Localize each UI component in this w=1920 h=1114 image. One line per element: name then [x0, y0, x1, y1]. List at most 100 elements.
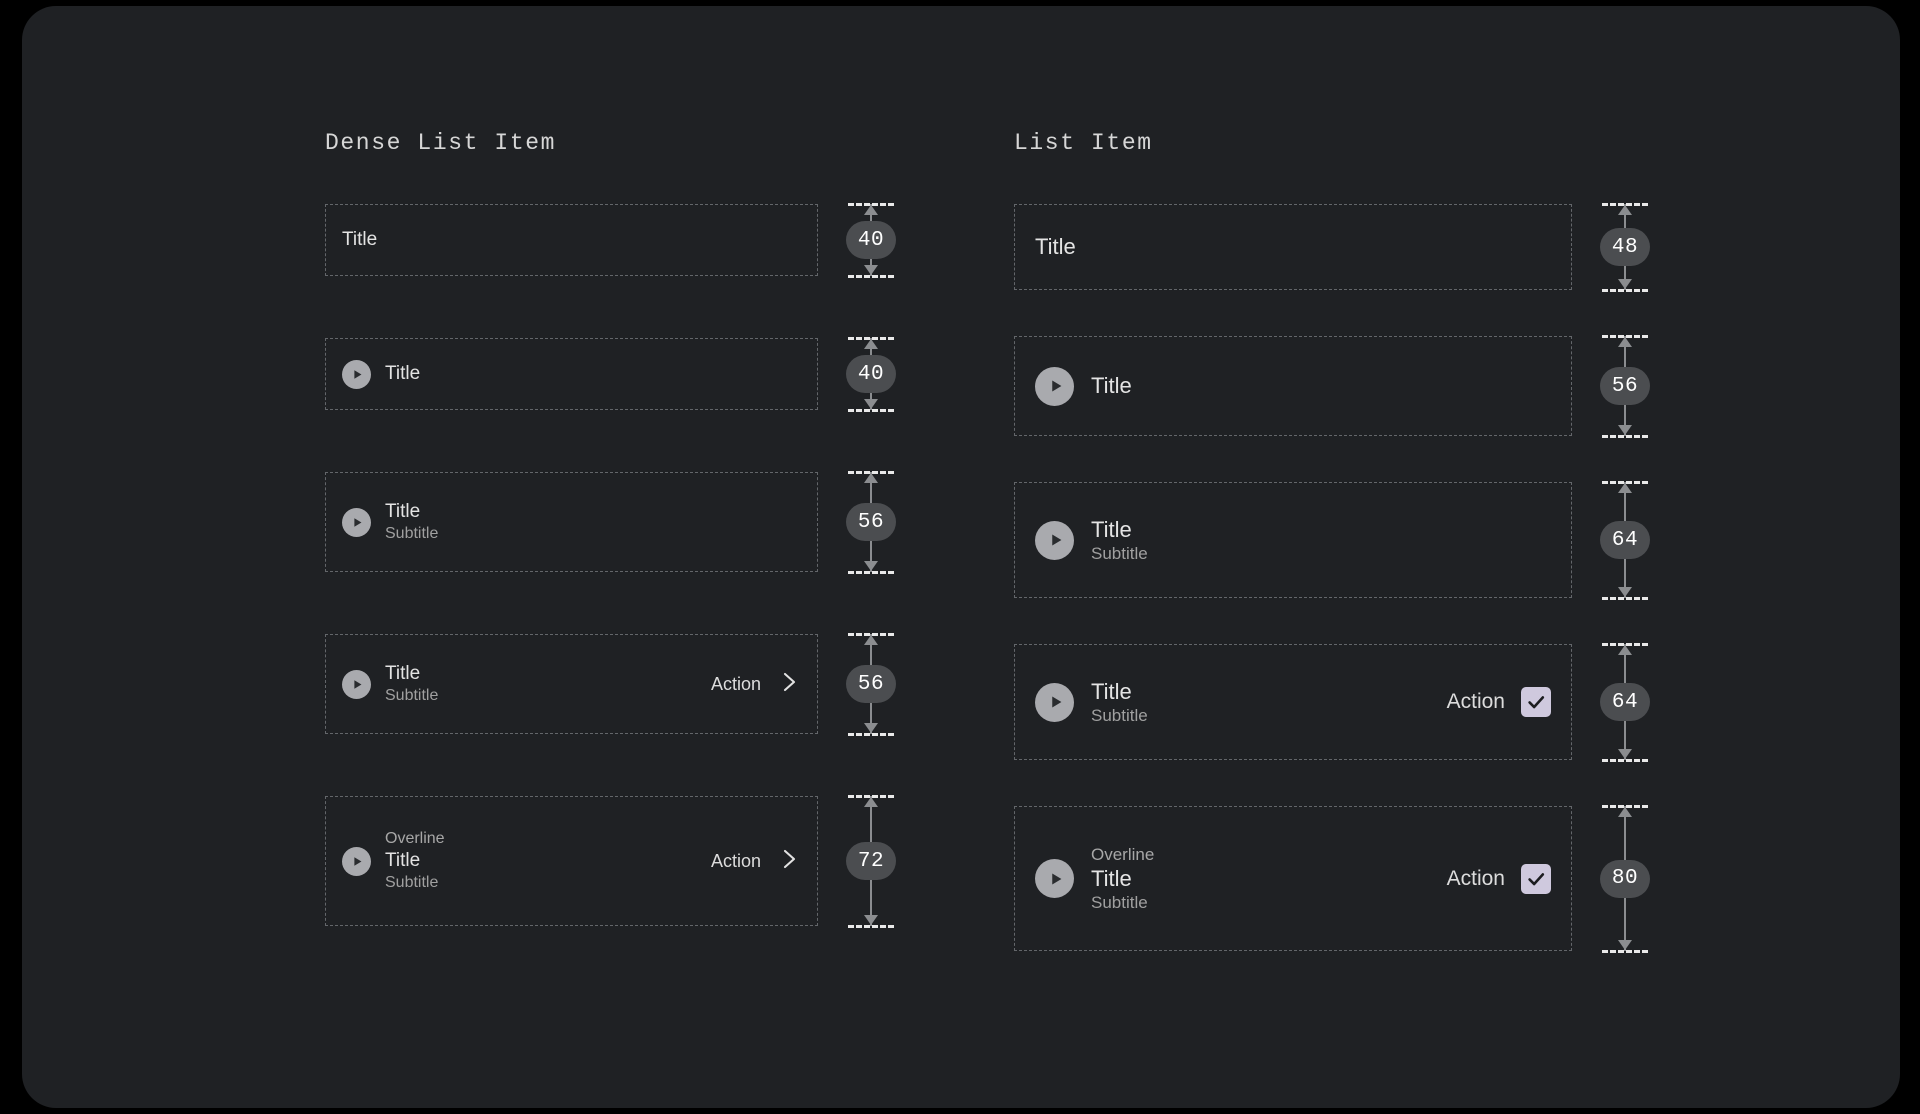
list-item-content: Overline Title Subtitle Action [326, 829, 817, 893]
list-item-text-block: Title Subtitle [385, 500, 801, 544]
height-badge: 64 [1600, 521, 1650, 559]
list-item-text-block: Overline Title Subtitle [385, 829, 699, 893]
list-item-content: Title Subtitle Action [326, 662, 817, 706]
action-button[interactable]: Action [1447, 690, 1505, 714]
row-spacer [1014, 760, 1664, 806]
chevron-right-icon[interactable] [777, 845, 801, 878]
play-circle-icon[interactable] [342, 507, 371, 537]
list-item-content: Title [326, 359, 817, 389]
list-item-content: Title [1015, 233, 1571, 261]
play-circle-icon[interactable] [1035, 859, 1074, 898]
action-button[interactable]: Action [711, 851, 761, 872]
row-avatar-title-subtitle: Title Subtitle 64 [1014, 481, 1664, 600]
list-item-subtitle: Subtitle [1091, 893, 1148, 913]
dense-row-overline-action-chevron: Overline Title Subtitle Action 72 [325, 795, 915, 928]
height-measurement: 64 [1594, 481, 1656, 600]
play-circle-icon[interactable] [342, 669, 371, 699]
list-item[interactable]: Title Subtitle Action [325, 634, 818, 734]
height-measurement: 48 [1594, 203, 1656, 292]
checkbox-checked-icon[interactable] [1521, 863, 1551, 894]
arrow-up-icon [1618, 645, 1632, 655]
list-item-overline: Overline [385, 830, 445, 848]
list-item[interactable]: Title [1014, 336, 1572, 436]
list-item-content: Title [1015, 366, 1571, 406]
chevron-right-icon[interactable] [777, 668, 801, 701]
arrow-down-icon [1618, 279, 1632, 289]
list-item[interactable]: Title [325, 204, 818, 276]
list-item[interactable]: Title [1014, 204, 1572, 290]
list-item-title: Title [1091, 678, 1132, 704]
list-item-subtitle: Subtitle [385, 686, 439, 704]
list-item-text-block: Title Subtitle [1091, 516, 1551, 565]
list-item-subtitle: Subtitle [385, 873, 439, 891]
row-overline-action-checkbox: Overline Title Subtitle Action 80 [1014, 805, 1664, 953]
arrow-down-icon [1618, 749, 1632, 759]
arrow-down-icon [864, 915, 878, 925]
list-item[interactable]: Overline Title Subtitle Action [1014, 806, 1572, 951]
list-item-text-block: Title [1091, 372, 1551, 400]
column-heading-dense: Dense List Item [325, 130, 557, 156]
dense-row-avatar-title: Title 40 [325, 337, 915, 412]
list-item-subtitle: Subtitle [1091, 706, 1148, 726]
list-item-title: Title [385, 363, 421, 385]
arrow-up-icon [864, 473, 878, 483]
column-heading-regular: List Item [1014, 130, 1153, 156]
dense-row-action-chevron: Title Subtitle Action 56 [325, 633, 915, 736]
arrow-up-icon [1618, 205, 1632, 215]
list-item-title: Title [385, 850, 421, 872]
list-item-trailing: Action [1447, 687, 1551, 717]
list-item[interactable]: Title Subtitle Action [1014, 644, 1572, 760]
arrow-up-icon [1618, 337, 1632, 347]
list-item-content: Title Subtitle Action [1015, 678, 1571, 727]
list-item[interactable]: Title Subtitle [1014, 482, 1572, 598]
arrow-up-icon [864, 635, 878, 645]
play-circle-icon[interactable] [1035, 520, 1074, 560]
list-item-trailing: Action [711, 668, 801, 701]
list-item[interactable]: Title [325, 338, 818, 410]
list-item-text-block: Title Subtitle [385, 662, 699, 706]
height-badge: 64 [1600, 683, 1650, 721]
list-item-title: Title [1091, 373, 1132, 399]
list-item-title: Title [342, 229, 378, 251]
height-badge: 40 [846, 355, 896, 393]
list-item-trailing: Action [1447, 863, 1551, 894]
height-badge: 56 [1600, 367, 1650, 405]
list-item[interactable]: Overline Title Subtitle Action [325, 796, 818, 926]
list-item-text-block: Title Subtitle [1091, 678, 1435, 727]
arrow-up-icon [1618, 483, 1632, 493]
play-circle-icon[interactable] [342, 359, 371, 389]
list-item-text-block: Title [342, 228, 801, 252]
list-item-title: Title [385, 663, 421, 685]
play-circle-icon[interactable] [342, 846, 371, 876]
list-item-title: Title [385, 501, 421, 523]
height-badge: 56 [846, 503, 896, 541]
height-badge: 40 [846, 221, 896, 259]
list-item-content: Title [326, 228, 817, 252]
regular-rows: Title 48 Title 56 Title Subtitle 64 Title Subtit… [1014, 203, 1664, 953]
row-spacer [325, 734, 915, 796]
arrow-up-icon [864, 205, 878, 215]
arrow-down-icon [864, 723, 878, 733]
dense-row-avatar-title-subtitle: Title Subtitle 56 [325, 471, 915, 574]
row-spacer [325, 410, 915, 472]
arrow-down-icon [864, 561, 878, 571]
height-measurement: 80 [1594, 805, 1656, 953]
list-item-title: Title [1035, 234, 1076, 260]
row-spacer [1014, 290, 1664, 336]
list-item-text-block: Title [1035, 233, 1551, 261]
list-item-title: Title [1091, 516, 1132, 542]
arrow-up-icon [864, 339, 878, 349]
play-circle-icon[interactable] [1035, 682, 1074, 722]
action-button[interactable]: Action [1447, 867, 1505, 891]
height-measurement: 56 [1594, 335, 1656, 438]
list-item-overline: Overline [1091, 844, 1155, 864]
play-circle-icon[interactable] [1035, 366, 1074, 406]
height-measurement: 56 [840, 633, 902, 736]
list-item-trailing: Action [711, 845, 801, 878]
row-spacer [325, 276, 915, 338]
row-spacer [1014, 436, 1664, 482]
action-button[interactable]: Action [711, 674, 761, 695]
arrow-down-icon [1618, 425, 1632, 435]
list-item[interactable]: Title Subtitle [325, 472, 818, 572]
checkbox-checked-icon[interactable] [1521, 687, 1551, 717]
